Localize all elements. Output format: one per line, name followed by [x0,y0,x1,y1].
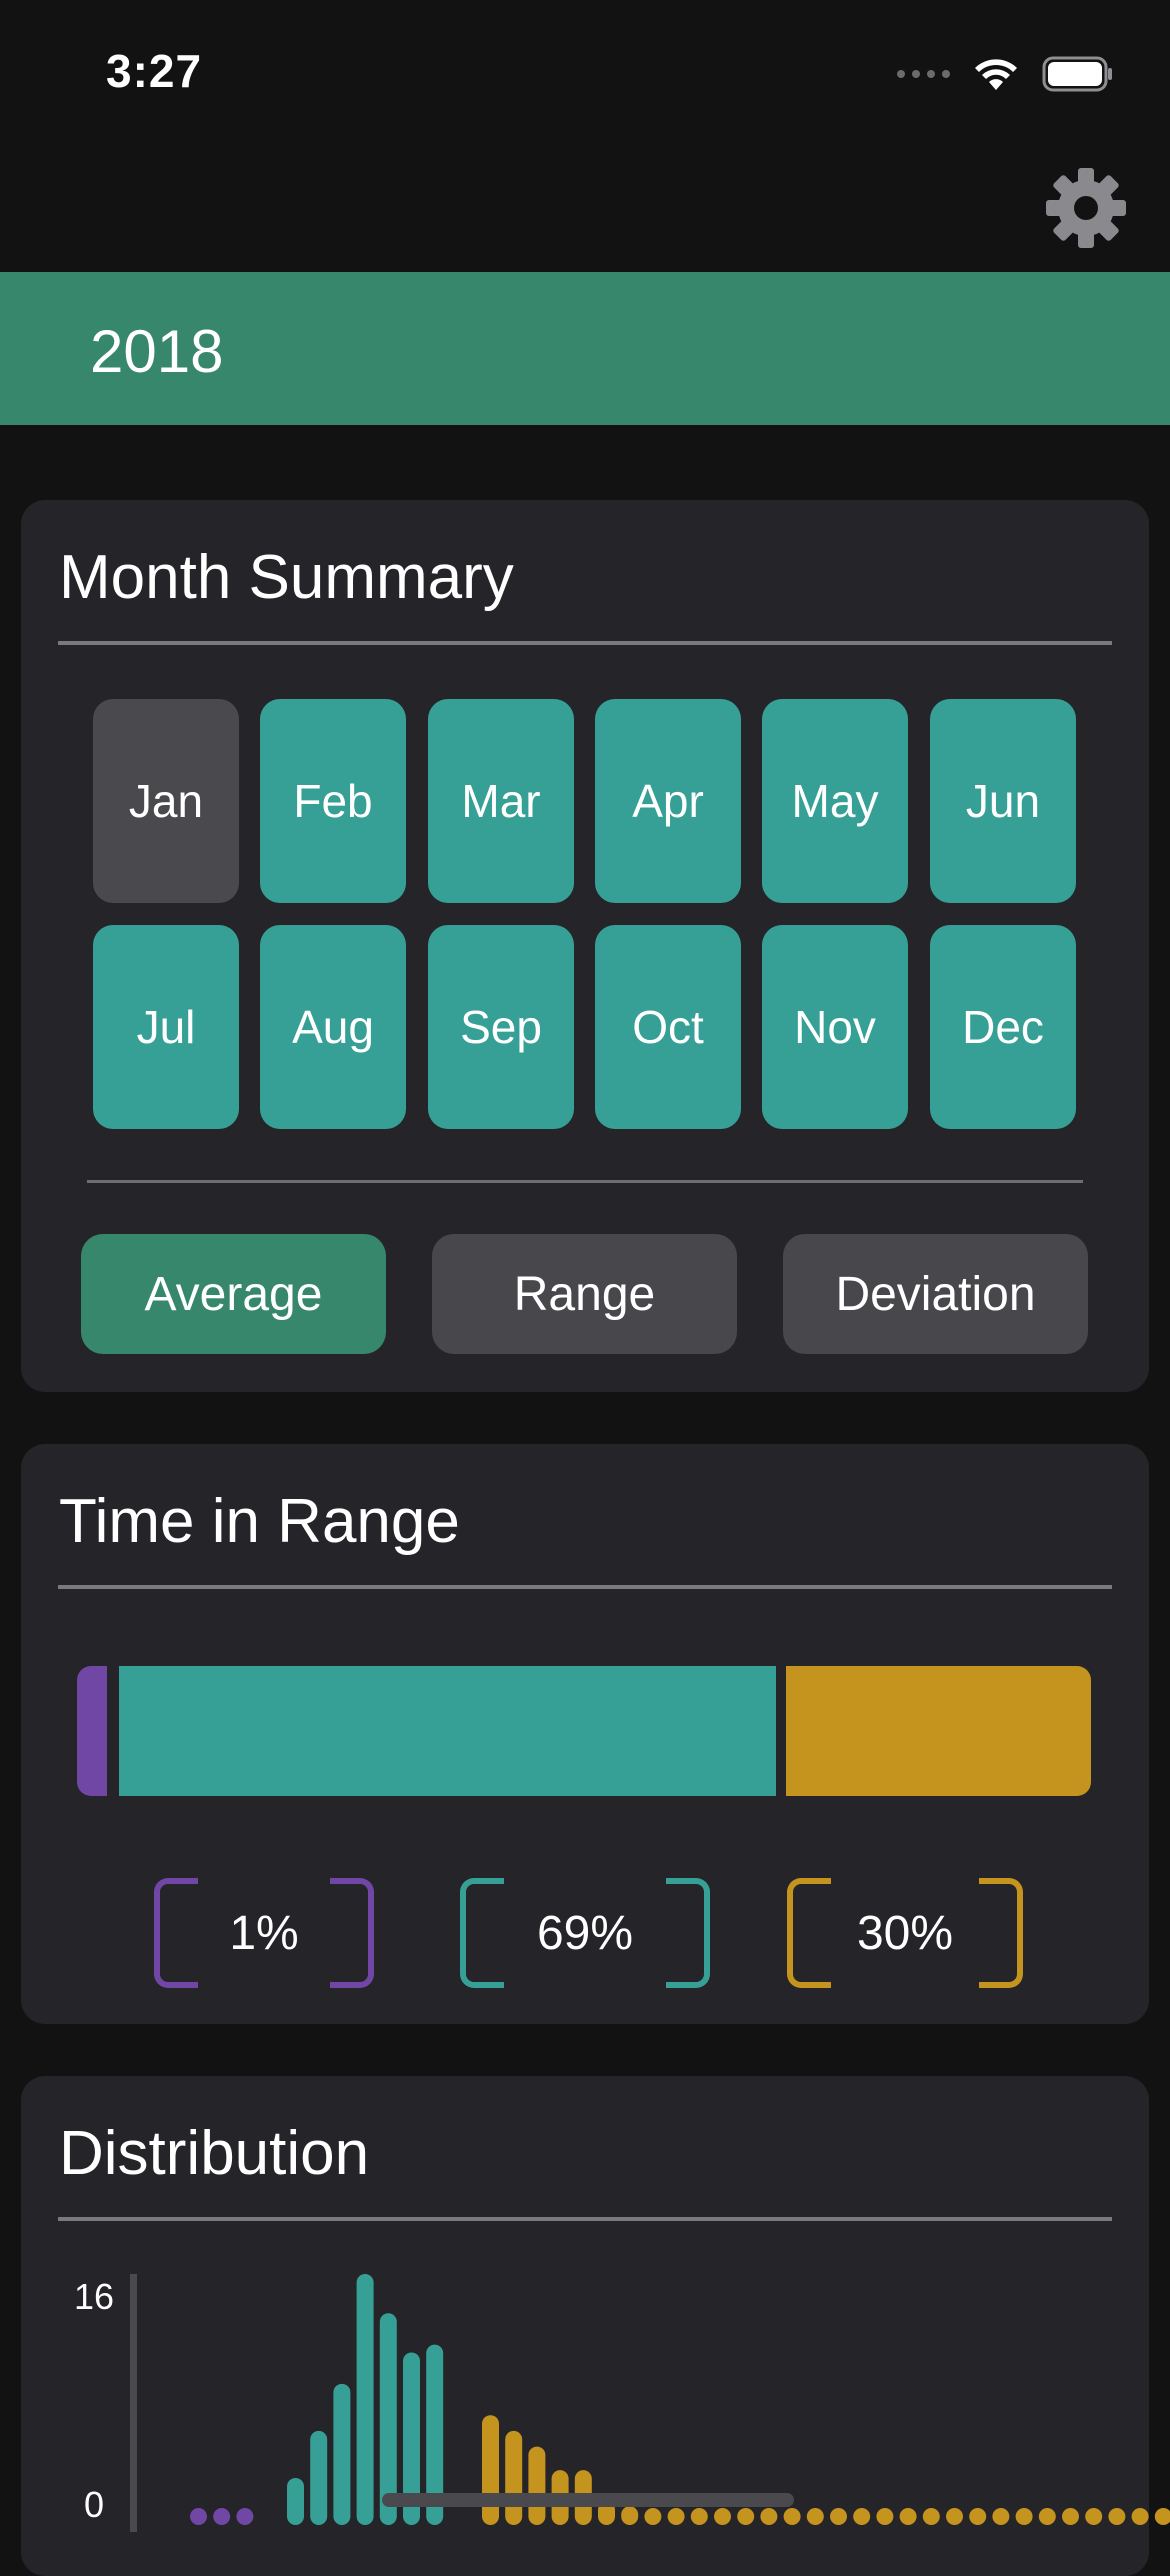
distribution-bar [1154,2508,1170,2525]
chart-scroll-indicator[interactable] [382,2493,794,2507]
distribution-bar [876,2508,894,2525]
distribution-bar [853,2508,871,2525]
distribution-bar [1038,2508,1056,2525]
distribution-bar [946,2508,963,2525]
distribution-bar [505,2430,523,2525]
distribution-bar [236,2508,254,2525]
distribution-bar [714,2508,731,2525]
distribution-bar [482,2415,499,2525]
distribution-bar [760,2508,778,2525]
distribution-bar [1062,2508,1079,2525]
distribution-bar [190,2508,207,2525]
distribution-bar [213,2508,231,2525]
distribution-bar [1131,2508,1149,2525]
distribution-bar [992,2508,1010,2525]
distribution-bar [922,2508,940,2525]
distribution-bar [1015,2508,1033,2525]
distribution-bar [737,2508,755,2525]
distribution-bar [899,2508,917,2525]
distribution-bar [830,2508,847,2525]
distribution-bar [528,2446,546,2525]
distribution-bar [1108,2508,1126,2525]
distribution-bar [333,2383,351,2525]
distribution-bar [690,2508,708,2525]
distribution-bar [1085,2508,1103,2525]
distribution-bar [621,2506,639,2525]
distribution-bar [356,2274,374,2525]
distribution-bar [783,2508,801,2525]
distribution-bar [644,2508,662,2525]
distribution-bar [806,2508,824,2525]
distribution-chart [190,2274,1170,2525]
distribution-bar [667,2508,685,2525]
distribution-bar [310,2430,328,2525]
distribution-bar [969,2508,987,2525]
distribution-bar [287,2477,304,2525]
